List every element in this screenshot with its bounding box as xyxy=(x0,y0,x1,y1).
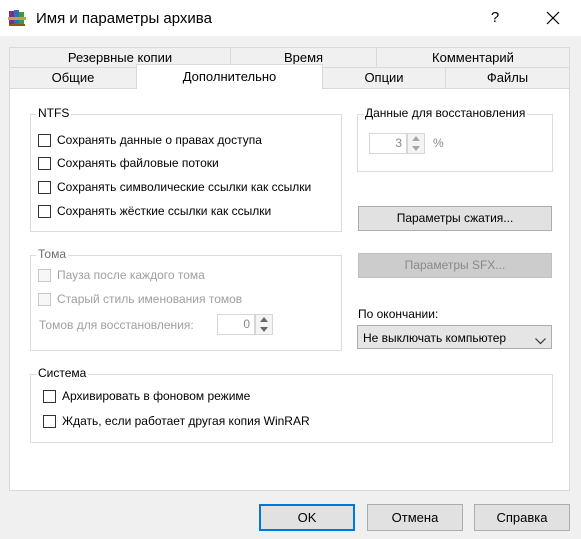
ntfs-acl-label: Сохранять данные о правах доступа xyxy=(57,133,262,147)
recovery-volumes-spin-buttons[interactable] xyxy=(255,314,273,335)
spin-down-icon[interactable] xyxy=(408,144,424,154)
old-naming-checkbox[interactable] xyxy=(38,293,51,306)
ntfs-legend: NTFS xyxy=(36,106,72,120)
close-icon xyxy=(546,11,560,25)
on-finish-select[interactable]: Не выключать компьютер xyxy=(357,325,552,349)
help-button[interactable]: Справка xyxy=(474,504,570,531)
ok-button[interactable]: OK xyxy=(259,504,355,531)
ntfs-streams-checkbox[interactable] xyxy=(38,157,51,170)
sfx-settings-button[interactable]: Параметры SFX... xyxy=(358,253,552,278)
system-legend: Система xyxy=(36,366,89,380)
recovery-percent-input[interactable]: 3 xyxy=(369,133,407,154)
on-finish-label: По окончании: xyxy=(358,307,439,321)
background-archiving-checkbox[interactable] xyxy=(43,390,56,403)
ntfs-symlinks-checkbox[interactable] xyxy=(38,181,51,194)
recovery-legend: Данные для восстановления xyxy=(363,106,528,120)
ntfs-acl-checkbox[interactable] xyxy=(38,134,51,147)
background-archiving-label: Архивировать в фоновом режиме xyxy=(62,389,251,403)
recovery-spin-buttons[interactable] xyxy=(407,133,425,154)
help-title-button[interactable]: ? xyxy=(480,0,510,36)
ntfs-hardlinks-label: Сохранять жёсткие ссылки как ссылки xyxy=(57,204,272,218)
ntfs-hardlinks-checkbox[interactable] xyxy=(38,205,51,218)
spin-up-icon[interactable] xyxy=(408,134,424,144)
ntfs-symlinks-label: Сохранять символические ссылки как ссылк… xyxy=(57,180,312,194)
on-finish-selected: Не выключать компьютер xyxy=(363,331,507,345)
recovery-volumes-input[interactable]: 0 xyxy=(217,314,255,335)
tab-advanced[interactable]: Дополнительно xyxy=(136,64,323,89)
volume-pause-checkbox[interactable] xyxy=(38,269,51,282)
volume-pause-label: Пауза после каждого тома xyxy=(57,268,205,282)
ntfs-streams-label: Сохранять файловые потоки xyxy=(57,156,219,170)
tab-options[interactable]: Опции xyxy=(322,67,446,89)
chevron-down-icon xyxy=(535,334,546,348)
close-button[interactable] xyxy=(538,0,568,36)
spin-down-icon[interactable] xyxy=(256,325,272,335)
volumes-legend: Тома xyxy=(36,247,68,261)
recovery-volumes-label: Томов для восстановления: xyxy=(39,318,194,332)
wait-other-copy-checkbox[interactable] xyxy=(43,415,56,428)
tab-general[interactable]: Общие xyxy=(9,67,137,89)
compression-settings-button[interactable]: Параметры сжатия... xyxy=(358,206,552,231)
wait-other-copy-label: Ждать, если работает другая копия WinRAR xyxy=(62,414,310,428)
tab-files[interactable]: Файлы xyxy=(445,67,570,89)
old-naming-label: Старый стиль именования томов xyxy=(57,292,243,306)
tab-comment[interactable]: Комментарий xyxy=(376,47,570,69)
cancel-button[interactable]: Отмена xyxy=(367,504,463,531)
recovery-percent-unit: % xyxy=(433,136,444,150)
system-group xyxy=(30,374,553,443)
window-title: Имя и параметры архива xyxy=(36,10,212,27)
winrar-app-icon xyxy=(8,9,26,27)
spin-up-icon[interactable] xyxy=(256,315,272,325)
